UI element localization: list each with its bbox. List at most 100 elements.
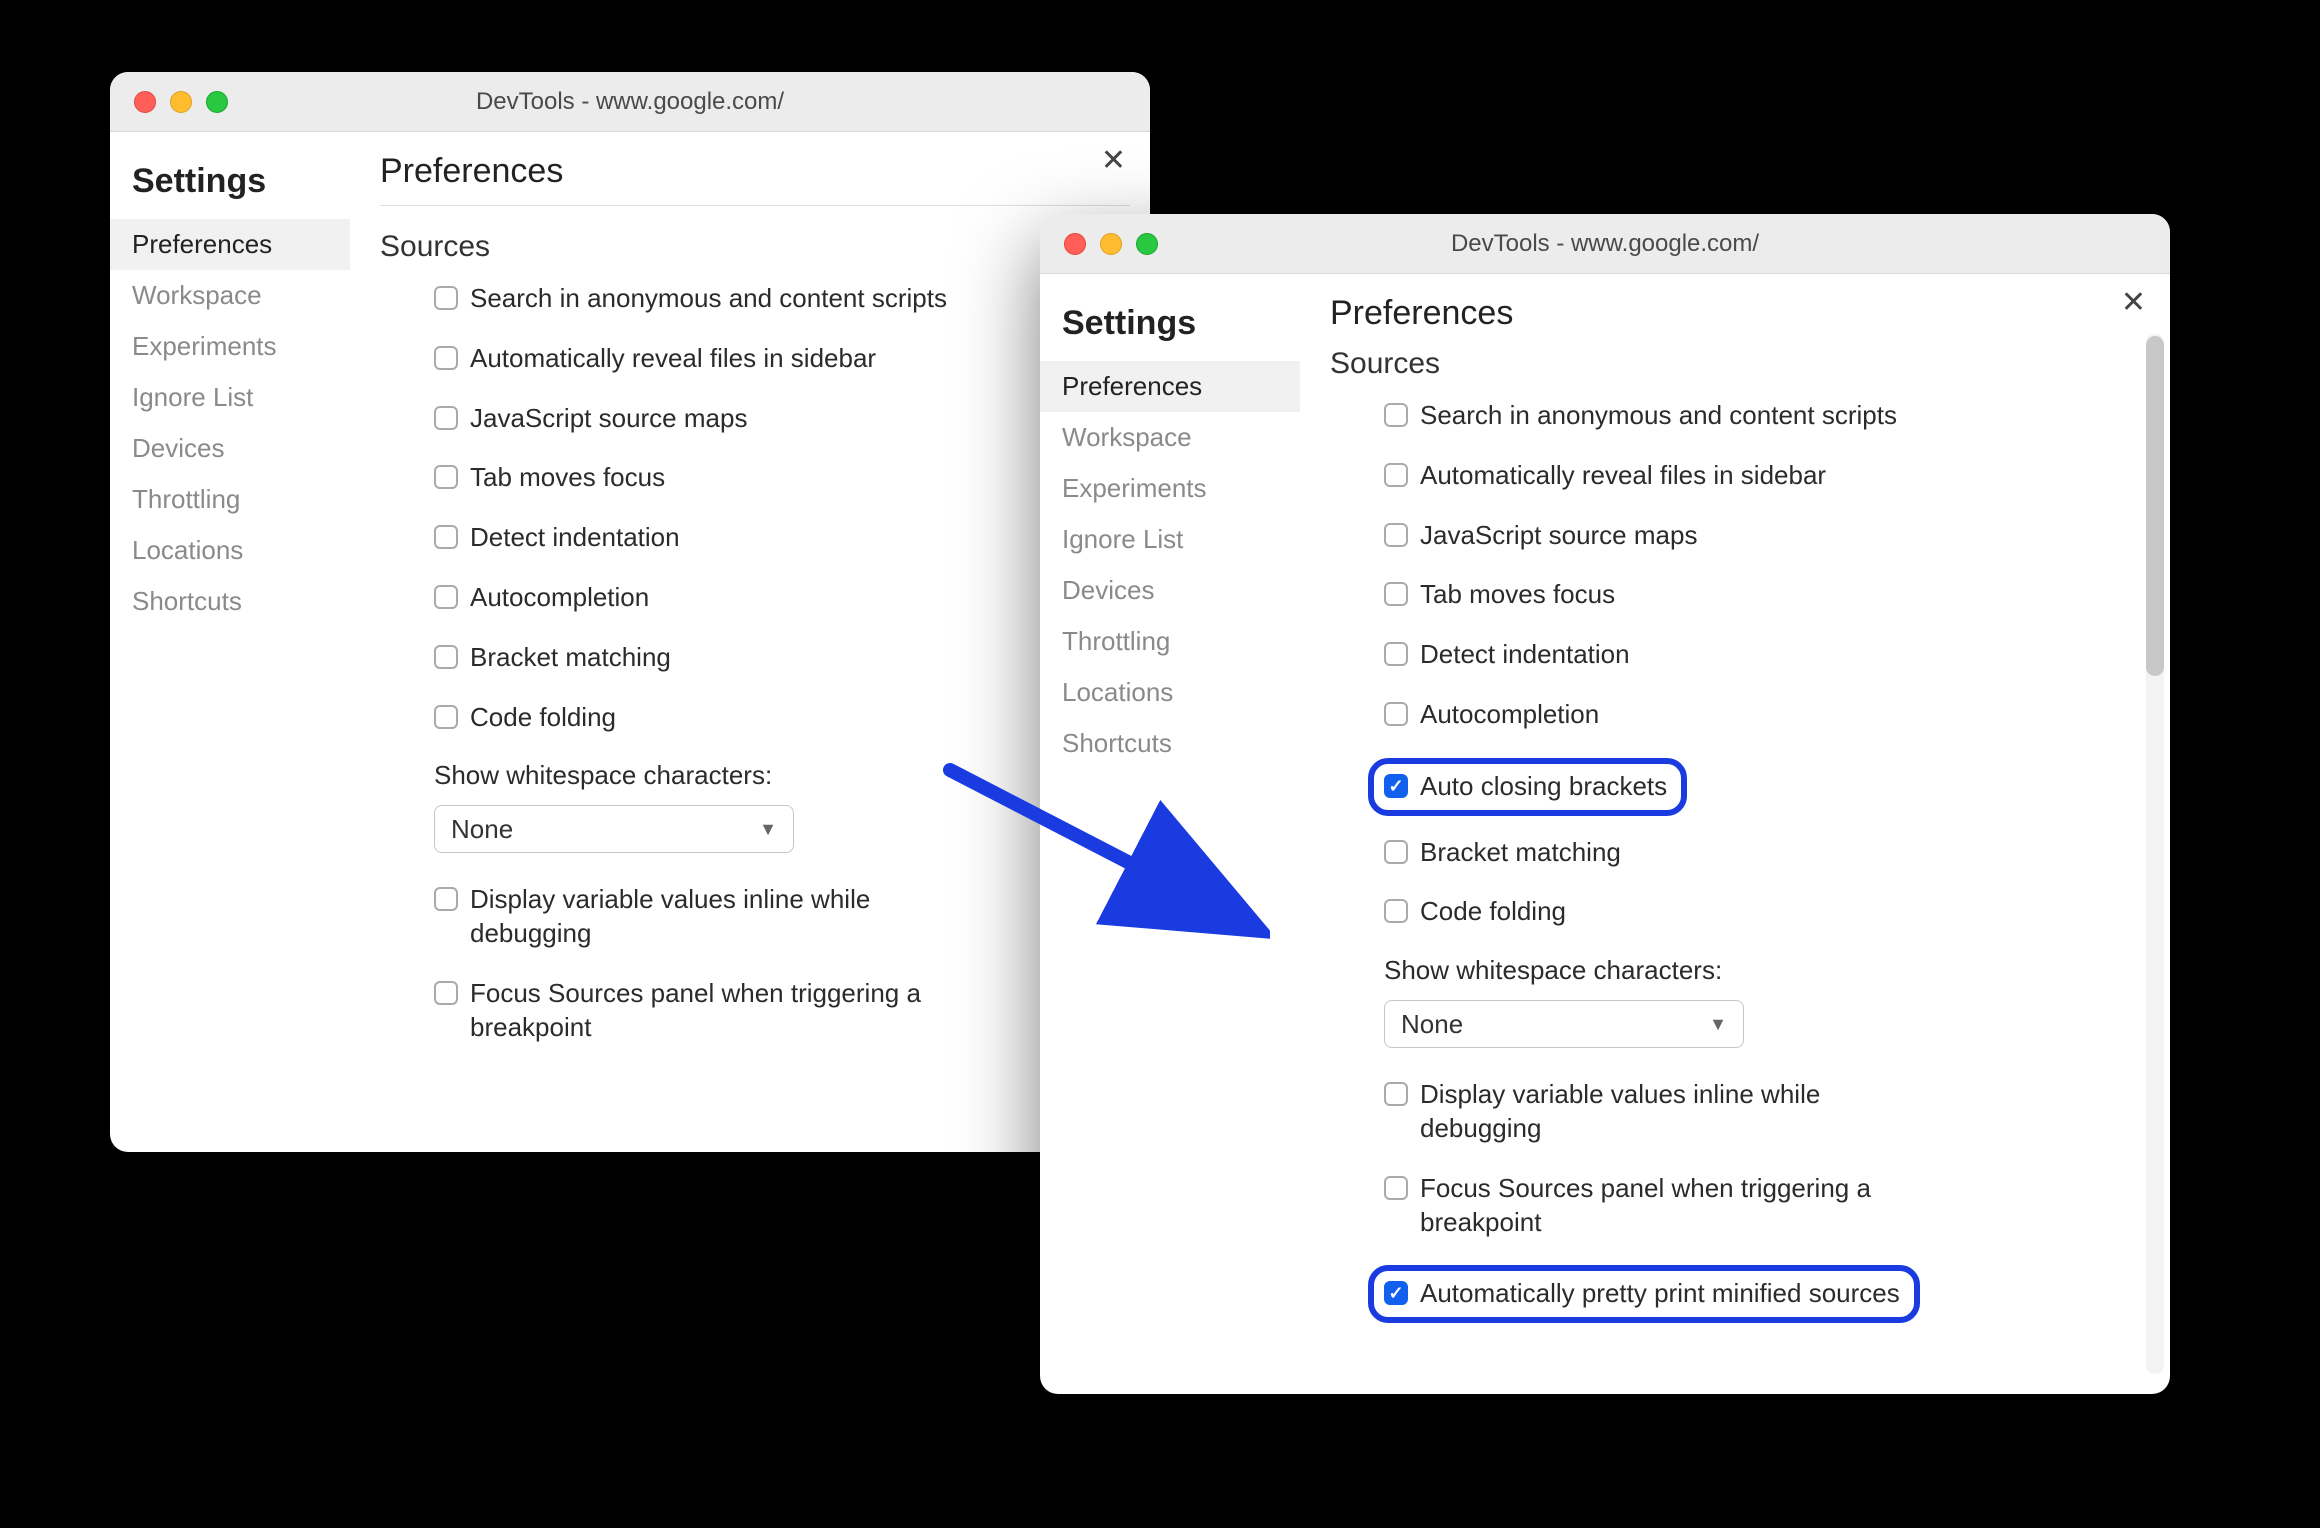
opt-auto-reveal[interactable]: Automatically reveal files in sidebar [1384, 459, 2150, 493]
whitespace-select[interactable]: None ▼ [1384, 1000, 1744, 1048]
divider [380, 205, 1130, 206]
checkbox-label: Code folding [470, 701, 616, 735]
options-list: Search in anonymous and content scripts … [1330, 399, 2150, 1343]
checkbox-label: Search in anonymous and content scripts [470, 282, 947, 316]
checkbox[interactable] [434, 585, 458, 609]
opt-js-source-maps[interactable]: JavaScript source maps [434, 402, 1130, 436]
sidebar-title: Settings [110, 152, 350, 219]
checkbox-label: Autocompletion [470, 581, 649, 615]
sidebar-item-preferences[interactable]: Preferences [1040, 361, 1300, 412]
opt-autocompletion[interactable]: Autocompletion [1384, 698, 2150, 732]
sidebar-item-experiments[interactable]: Experiments [110, 321, 350, 372]
opt-detect-indentation[interactable]: Detect indentation [1384, 638, 2150, 672]
sidebar-item-preferences[interactable]: Preferences [110, 219, 350, 270]
checkbox[interactable] [1384, 1176, 1408, 1200]
checkbox[interactable] [434, 887, 458, 911]
sidebar-item-devices[interactable]: Devices [1040, 565, 1300, 616]
highlight-auto-closing-brackets: Auto closing brackets [1368, 758, 1687, 816]
select-value: None [451, 814, 513, 845]
opt-auto-closing-brackets[interactable]: Auto closing brackets [1384, 770, 1667, 804]
sidebar-item-shortcuts[interactable]: Shortcuts [1040, 718, 1300, 769]
chevron-down-icon: ▼ [759, 819, 777, 840]
minimize-window-button[interactable] [1100, 233, 1122, 255]
opt-inline-values[interactable]: Display variable values inline while deb… [1384, 1078, 2150, 1146]
opt-code-folding[interactable]: Code folding [1384, 895, 2150, 929]
checkbox-label: Bracket matching [1420, 836, 1621, 870]
checkbox[interactable] [1384, 899, 1408, 923]
opt-code-folding[interactable]: Code folding [434, 701, 1130, 735]
opt-tab-moves-focus[interactable]: Tab moves focus [1384, 578, 2150, 612]
sidebar-item-workspace[interactable]: Workspace [110, 270, 350, 321]
opt-autocompletion[interactable]: Autocompletion [434, 581, 1130, 615]
titlebar[interactable]: DevTools - www.google.com/ [1040, 214, 2170, 274]
checkbox[interactable] [1384, 523, 1408, 547]
sidebar-item-throttling[interactable]: Throttling [110, 474, 350, 525]
content-area: ✕ Settings Preferences Workspace Experim… [1040, 274, 2170, 1394]
checkbox[interactable] [1384, 774, 1408, 798]
checkbox[interactable] [1384, 403, 1408, 427]
checkbox-label: Detect indentation [470, 521, 680, 555]
checkbox[interactable] [434, 465, 458, 489]
checkbox[interactable] [434, 705, 458, 729]
opt-pretty-print-minified[interactable]: Automatically pretty print minified sour… [1384, 1277, 1900, 1311]
checkbox-label: Search in anonymous and content scripts [1420, 399, 1897, 433]
checkbox[interactable] [434, 981, 458, 1005]
opt-js-source-maps[interactable]: JavaScript source maps [1384, 519, 2150, 553]
opt-bracket-matching[interactable]: Bracket matching [1384, 836, 2150, 870]
sidebar-item-throttling[interactable]: Throttling [1040, 616, 1300, 667]
close-window-button[interactable] [134, 91, 156, 113]
checkbox-label: Display variable values inline while deb… [1420, 1078, 1940, 1146]
sidebar-item-ignore-list[interactable]: Ignore List [110, 372, 350, 423]
sidebar-item-shortcuts[interactable]: Shortcuts [110, 576, 350, 627]
checkbox[interactable] [434, 346, 458, 370]
checkbox[interactable] [1384, 582, 1408, 606]
checkbox[interactable] [1384, 463, 1408, 487]
checkbox[interactable] [1384, 1082, 1408, 1106]
checkbox[interactable] [434, 645, 458, 669]
options-list: Search in anonymous and content scripts … [380, 282, 1130, 1045]
checkbox[interactable] [434, 406, 458, 430]
opt-search-anonymous[interactable]: Search in anonymous and content scripts [1384, 399, 2150, 433]
devtools-window-after: DevTools - www.google.com/ ✕ Settings Pr… [1040, 214, 2170, 1394]
checkbox-label: Automatically reveal files in sidebar [1420, 459, 1826, 493]
checkbox-label: Auto closing brackets [1420, 770, 1667, 804]
opt-detect-indentation[interactable]: Detect indentation [434, 521, 1130, 555]
opt-focus-on-breakpoint[interactable]: Focus Sources panel when triggering a br… [1384, 1172, 2150, 1240]
checkbox[interactable] [434, 525, 458, 549]
close-window-button[interactable] [1064, 233, 1086, 255]
checkbox[interactable] [1384, 642, 1408, 666]
whitespace-label: Show whitespace characters: [434, 760, 1130, 791]
sidebar-item-experiments[interactable]: Experiments [1040, 463, 1300, 514]
opt-tab-moves-focus[interactable]: Tab moves focus [434, 461, 1130, 495]
checkbox[interactable] [434, 286, 458, 310]
checkbox[interactable] [1384, 840, 1408, 864]
panel-title: Preferences [380, 152, 1130, 191]
checkbox-label: Display variable values inline while deb… [470, 883, 990, 951]
titlebar[interactable]: DevTools - www.google.com/ [110, 72, 1150, 132]
sidebar-item-workspace[interactable]: Workspace [1040, 412, 1300, 463]
opt-search-anonymous[interactable]: Search in anonymous and content scripts [434, 282, 1130, 316]
sidebar-item-devices[interactable]: Devices [110, 423, 350, 474]
zoom-window-button[interactable] [1136, 233, 1158, 255]
scrollbar-thumb[interactable] [2146, 336, 2164, 676]
checkbox-label: Bracket matching [470, 641, 671, 675]
zoom-window-button[interactable] [206, 91, 228, 113]
whitespace-select[interactable]: None ▼ [434, 805, 794, 853]
checkbox[interactable] [1384, 1281, 1408, 1305]
checkbox[interactable] [1384, 702, 1408, 726]
checkbox-label: Autocompletion [1420, 698, 1599, 732]
select-value: None [1401, 1009, 1463, 1040]
sidebar-item-locations[interactable]: Locations [1040, 667, 1300, 718]
checkbox-label: Focus Sources panel when triggering a br… [1420, 1172, 1940, 1240]
minimize-window-button[interactable] [170, 91, 192, 113]
preferences-panel: Preferences Sources Search in anonymous … [1300, 274, 2170, 1394]
opt-focus-on-breakpoint[interactable]: Focus Sources panel when triggering a br… [434, 977, 1130, 1045]
sidebar-item-ignore-list[interactable]: Ignore List [1040, 514, 1300, 565]
sidebar-item-locations[interactable]: Locations [110, 525, 350, 576]
checkbox-label: JavaScript source maps [1420, 519, 1697, 553]
opt-bracket-matching[interactable]: Bracket matching [434, 641, 1130, 675]
opt-inline-values[interactable]: Display variable values inline while deb… [434, 883, 1130, 951]
checkbox-label: Tab moves focus [470, 461, 665, 495]
opt-auto-reveal[interactable]: Automatically reveal files in sidebar [434, 342, 1130, 376]
checkbox-label: Automatically reveal files in sidebar [470, 342, 876, 376]
